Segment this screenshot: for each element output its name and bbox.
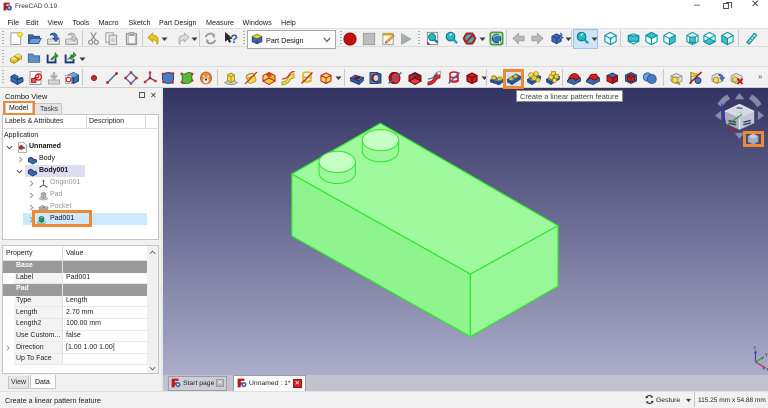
svg-text:z: z — [754, 345, 756, 350]
svg-text:?: ? — [231, 32, 238, 46]
svg-text:Y: Y — [765, 352, 768, 357]
